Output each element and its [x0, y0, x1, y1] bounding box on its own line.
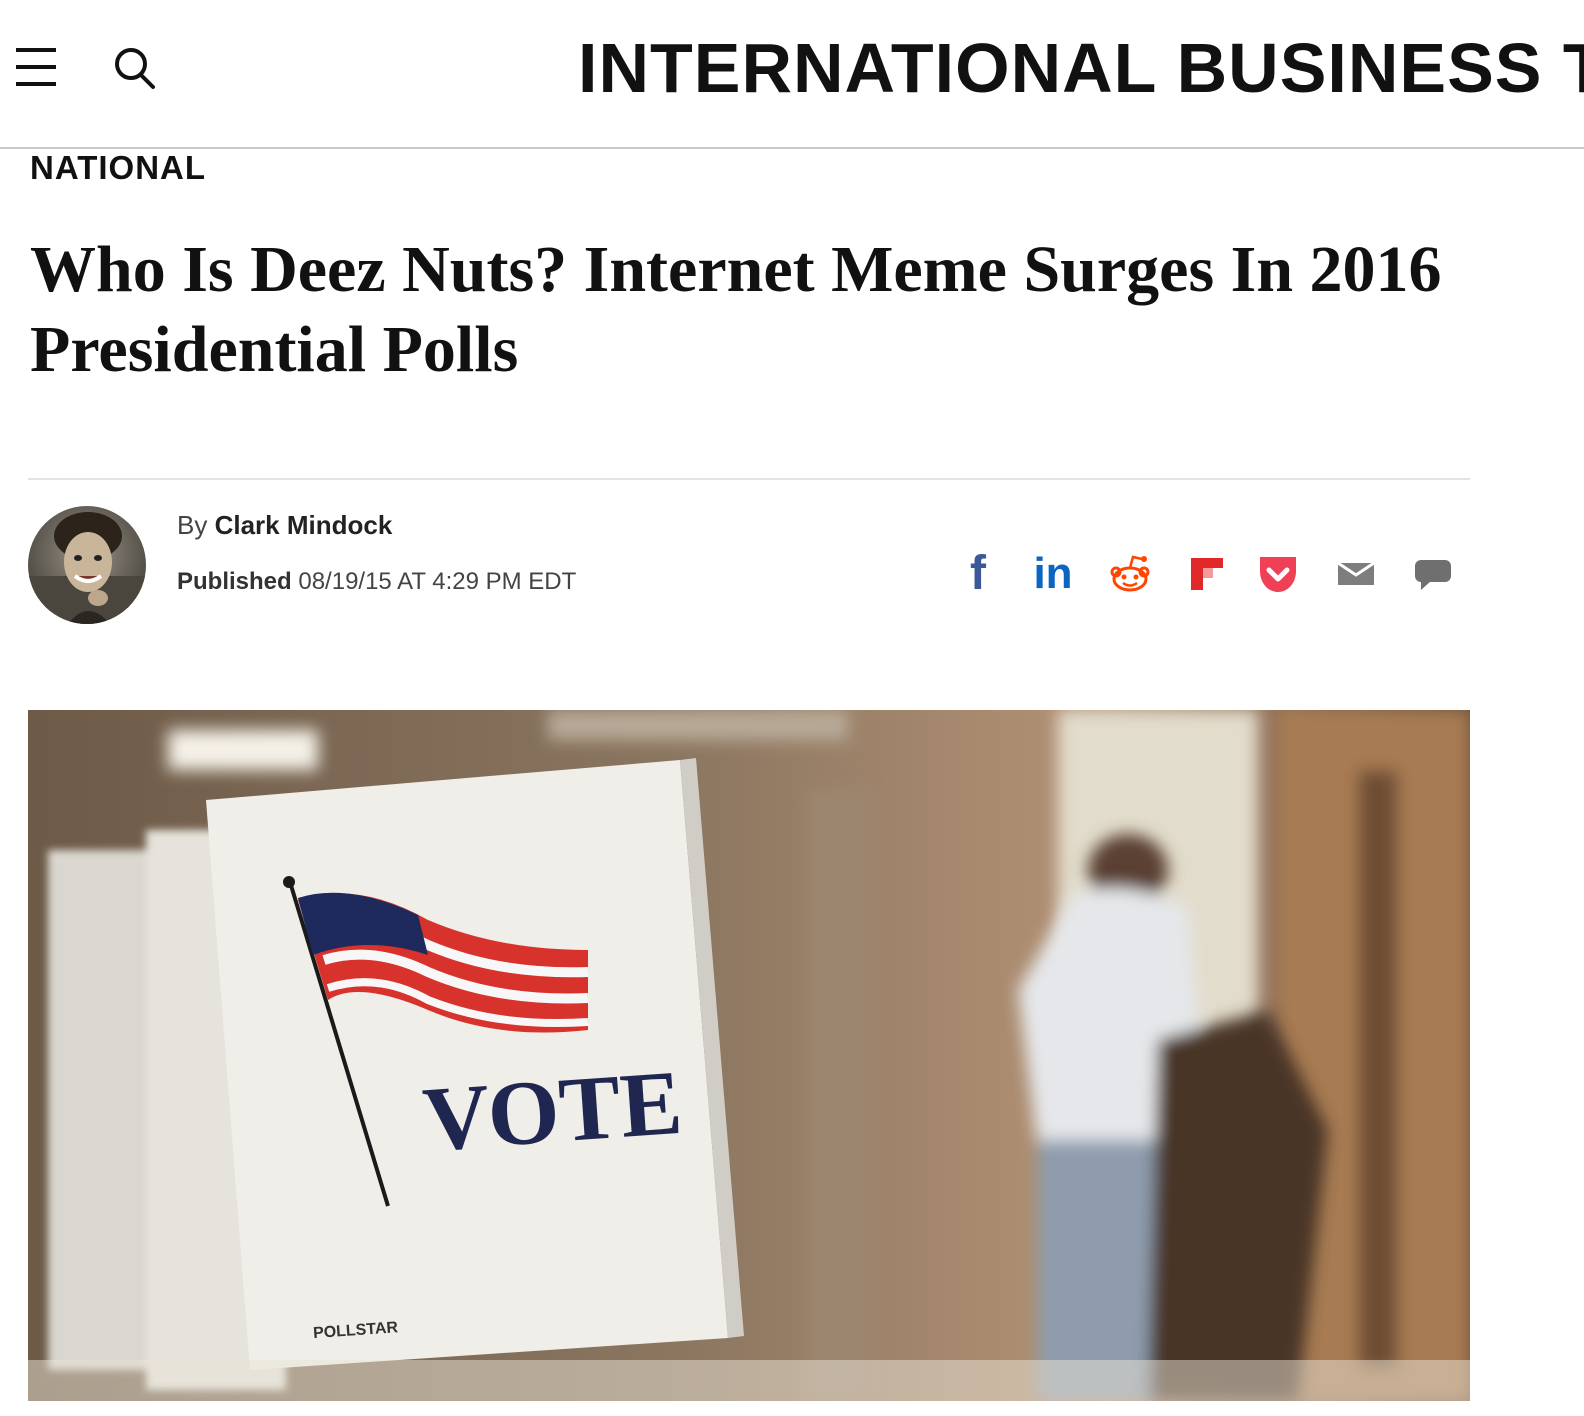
published-label: Published — [177, 568, 292, 595]
hamburger-menu-icon[interactable] — [16, 46, 56, 88]
vote-sign-text: VOTE — [420, 1051, 685, 1171]
email-icon[interactable] — [1330, 548, 1382, 600]
divider — [28, 478, 1470, 480]
linkedin-glyph: in — [1033, 549, 1073, 598]
author-avatar[interactable] — [28, 506, 146, 624]
publish-date: Published 08/19/15 AT 4:29 PM EDT — [177, 565, 576, 599]
by-prefix: By — [177, 510, 208, 540]
comment-icon[interactable] — [1407, 548, 1459, 600]
reddit-icon[interactable] — [1104, 548, 1156, 600]
byline: By Clark Mindock — [177, 508, 392, 542]
article-headline: Who Is Deez Nuts? Internet Meme Surges I… — [30, 233, 1442, 386]
author-name[interactable]: Clark Mindock — [215, 510, 393, 540]
linkedin-icon[interactable]: in — [1027, 548, 1079, 600]
hero-image[interactable]: VOTE POLLSTAR — [28, 710, 1470, 1401]
site-logo[interactable]: INTERNATIONAL BUSINESS TIMES — [578, 28, 1584, 108]
section-label[interactable]: NATIONAL — [30, 148, 206, 188]
site-header: INTERNATIONAL BUSINESS TIMES — [0, 0, 1584, 149]
facebook-icon[interactable]: f — [952, 548, 1004, 600]
facebook-glyph: f — [970, 547, 986, 600]
published-value: 08/19/15 AT 4:29 PM EDT — [298, 568, 577, 595]
flipboard-icon[interactable] — [1181, 548, 1233, 600]
search-icon[interactable] — [110, 44, 158, 92]
pocket-icon[interactable] — [1252, 548, 1304, 600]
